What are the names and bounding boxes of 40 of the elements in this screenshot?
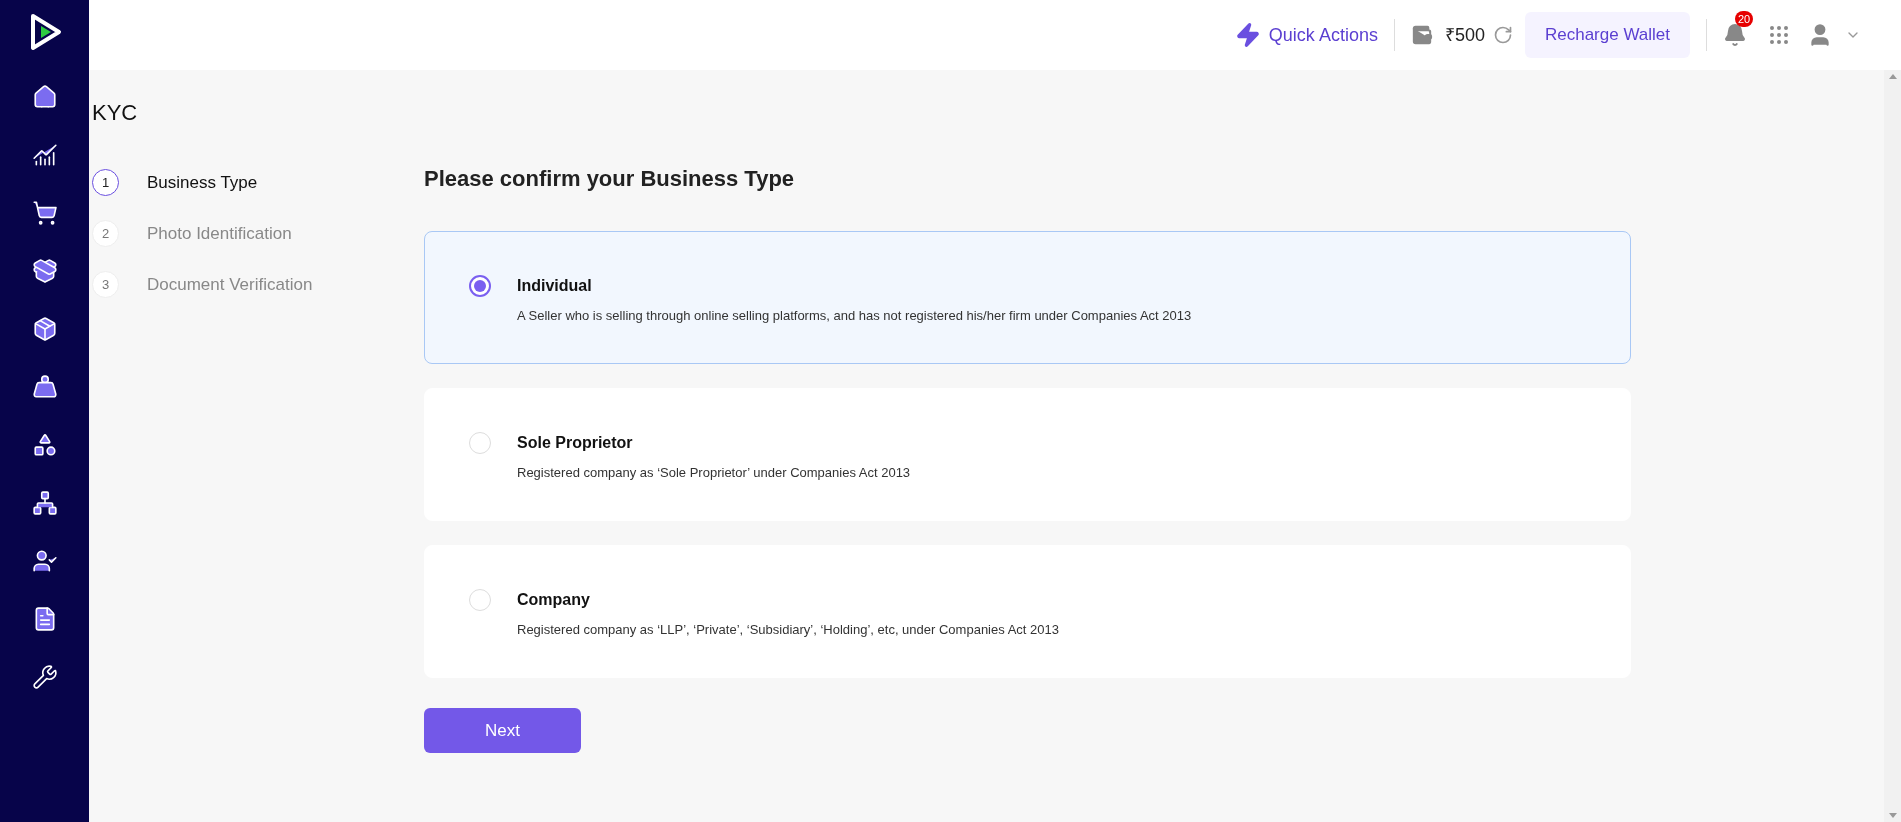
option-title: Company [517,590,591,610]
lightning-icon [1234,22,1261,48]
option-description: Registered company as ‘LLP’, ‘Private’, ‘Subsidiary’, ‘Holding’, etc, under Companies Act 2013 [517,621,1059,639]
business-type-card[interactable]: Individual A Seller who is selling through online selling platforms, and has not registered his/her firm under Companies Act 2013 [424,231,1631,364]
package-icon[interactable] [31,316,58,342]
step-number: 2 [92,220,119,247]
page-title: KYC [92,99,139,127]
step-label: Business Type [147,171,258,194]
recharge-wallet-button[interactable]: Recharge Wallet [1524,12,1690,58]
step-label: Document Verification [147,273,313,296]
refresh-icon[interactable] [1492,25,1513,45]
step-label: Photo Identification [147,222,292,245]
business-type-card[interactable]: Company Registered company as ‘LLP’, ‘Private’, ‘Subsidiary’, ‘Holding’, etc, under Companies Act 2013 [424,545,1631,678]
step-number: 3 [92,271,119,298]
step-item[interactable]: 2 Photo Identification [92,220,424,247]
notification-badge: 20 [1735,11,1754,27]
option-title: Sole Proprietor [517,433,634,453]
chart-icon[interactable] [31,142,58,168]
quick-actions-button[interactable]: Quick Actions [1234,21,1378,49]
bell-icon[interactable] [1723,23,1747,47]
form-title: Please confirm your Business Type [424,165,796,193]
radio-button[interactable] [469,275,491,297]
apps-grid-icon[interactable] [1767,23,1791,47]
step-item[interactable]: 1 Business Type [92,169,424,196]
step-number: 1 [92,169,119,196]
tools-icon[interactable] [31,664,58,690]
option-description: Registered company as ‘Sole Proprietor’ under Companies Act 2013 [517,464,911,482]
option-title: Individual [517,276,593,296]
shapes-icon[interactable] [31,432,58,458]
network-icon[interactable] [31,490,58,516]
home-icon[interactable] [31,84,58,110]
business-type-card[interactable]: Sole Proprietor Registered company as ‘Sole Proprietor’ under Companies Act 2013 [424,388,1631,521]
user-check-icon[interactable] [31,548,58,574]
step-item[interactable]: 3 Document Verification [92,271,424,298]
cart-icon[interactable] [31,200,58,226]
weight-icon[interactable] [31,374,58,400]
option-description: A Seller who is selling through online selling platforms, and has not registered his/her firm under Companies Act 2013 [517,307,1192,325]
next-button[interactable]: Next [424,708,581,753]
wallet-balance: ₹500 [1444,23,1485,47]
wallet-icon [1410,24,1433,46]
